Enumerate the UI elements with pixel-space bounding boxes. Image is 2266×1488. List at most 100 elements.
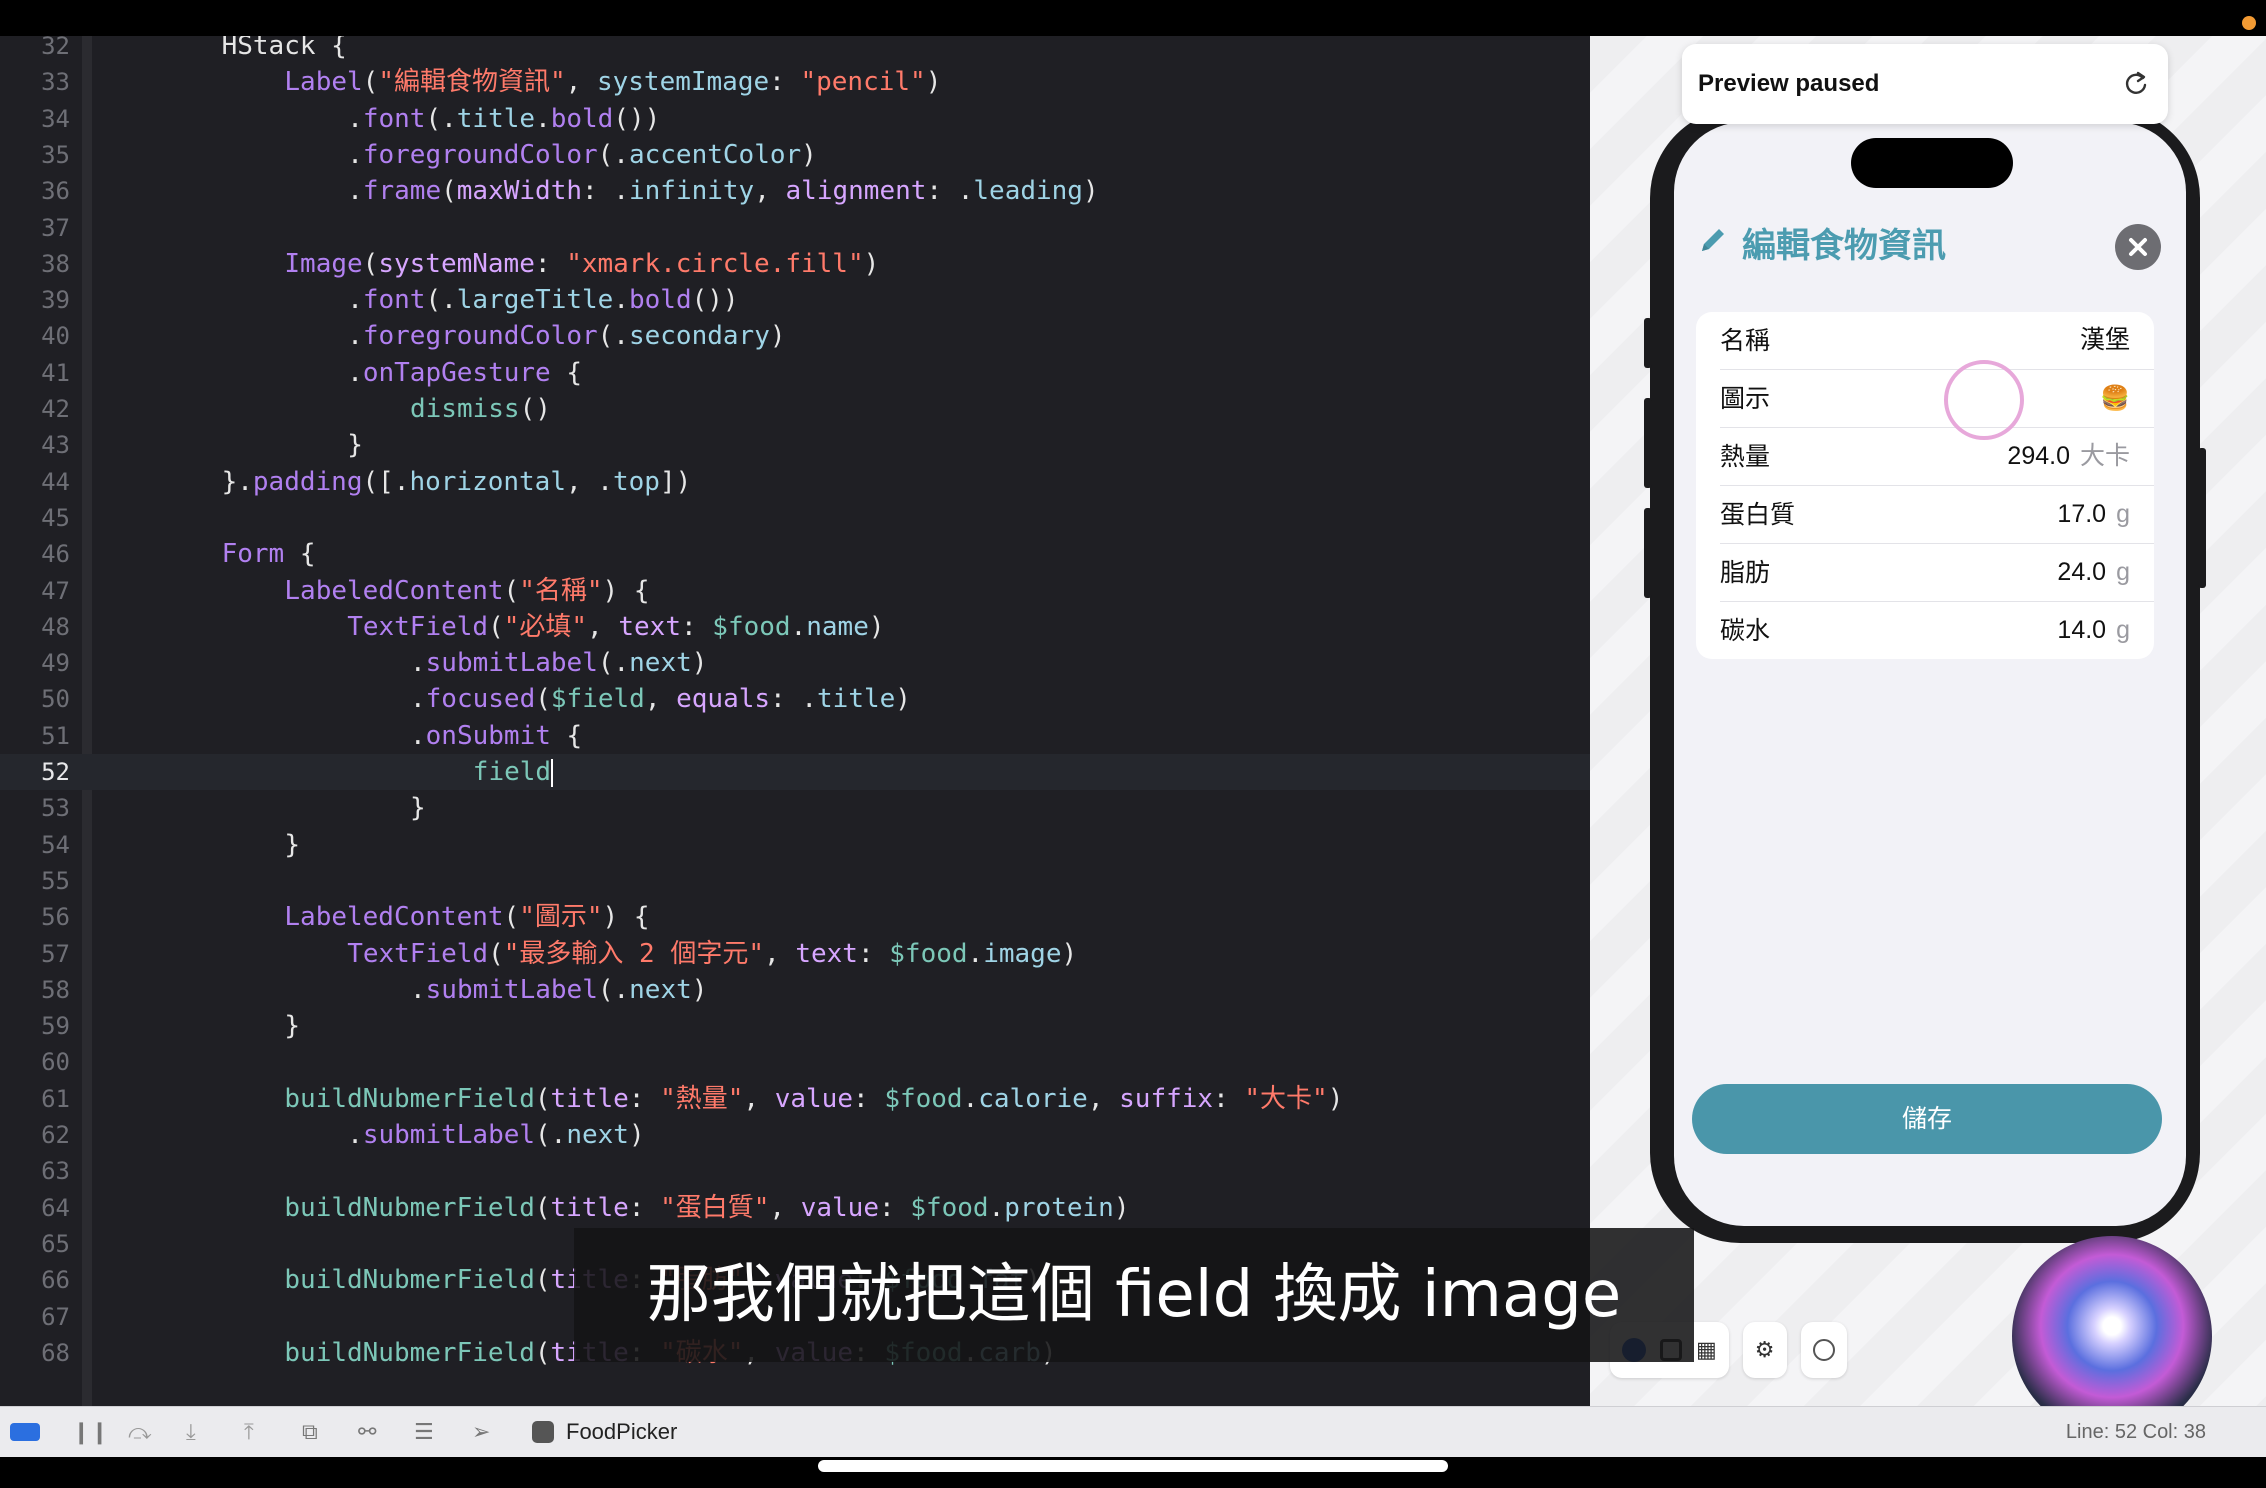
side-button — [2198, 448, 2206, 588]
line-number: 57 — [41, 939, 70, 968]
form-row-label: 脂肪 — [1720, 558, 1771, 587]
code-editor[interactable]: 32 HStack {33 Label("編輯食物資訊", systemImage:… — [0, 36, 1590, 1406]
close-button[interactable] — [2115, 224, 2161, 270]
code-line[interactable]: 52 field — [0, 754, 1590, 790]
action-button — [1644, 318, 1652, 368]
form-row[interactable]: 蛋白質 17.0 g — [1720, 486, 2154, 544]
device-picker-icon[interactable] — [1812, 1339, 1835, 1361]
save-button[interactable]: 儲存 — [1692, 1084, 2162, 1154]
code-line[interactable]: 33 Label("編輯食物資訊", systemImage: "pencil") — [0, 64, 1590, 100]
code-line[interactable]: 38 Image(systemName: "xmark.circle.fill") — [0, 246, 1590, 282]
code-line[interactable]: 57 TextField("最多輸入 2 個字元", text: $food.im… — [0, 936, 1590, 972]
form-row[interactable]: 脂肪 24.0 g — [1720, 544, 2154, 602]
code-line[interactable]: 46 Form { — [0, 536, 1590, 572]
line-number: 44 — [41, 467, 70, 496]
code-line[interactable]: 39 .font(.largeTitle.bold()) — [0, 282, 1590, 318]
line-number: 34 — [41, 104, 70, 133]
preview-paused-banner: Preview paused — [1682, 44, 2168, 124]
code-line[interactable]: 51 .onSubmit { — [0, 718, 1590, 754]
scheme-selector[interactable]: FoodPicker — [532, 1407, 677, 1457]
code-line[interactable]: 35 .foregroundColor(.accentColor) — [0, 137, 1590, 173]
code-line[interactable]: 64 buildNubmerField(title: "蛋白質", value: … — [0, 1190, 1590, 1226]
form-row-value[interactable]: 294.0 大卡 — [2007, 428, 2130, 485]
variants-grid-icon[interactable]: ▦ — [1696, 1338, 1717, 1363]
code-text: .submitLabel(.next) — [347, 1120, 645, 1150]
canvas-preview: 編輯食物資訊 名稱 漢堡 圖示 🍔 熱量 294.0 大卡蛋白質 17.0 g 脂肪 24.0 g 碳水… — [1590, 36, 2266, 1406]
form-row-label: 熱量 — [1720, 442, 1771, 471]
line-number: 40 — [41, 322, 70, 351]
form-row[interactable]: 名稱 漢堡 — [1720, 312, 2154, 370]
code-text: Label("編輯食物資訊", systemImage: "pencil") — [284, 67, 942, 98]
pause-button[interactable]: ❙❙ — [72, 1407, 109, 1457]
code-text: } — [284, 829, 301, 860]
code-line[interactable]: 50 .focused($field, equals: .title) — [0, 681, 1590, 717]
form-row[interactable]: 圖示 🍔 — [1720, 370, 2154, 428]
code-line[interactable]: 45 — [0, 500, 1590, 536]
code-line[interactable]: 36 .frame(maxWidth: .infinity, alignment:… — [0, 173, 1590, 209]
code-line[interactable]: 37 — [0, 210, 1590, 246]
code-line[interactable]: 44}.padding([.horizontal, .top]) — [0, 464, 1590, 500]
form-row-value[interactable]: 14.0 g — [2057, 602, 2130, 659]
view-hierarchy-button[interactable]: ⧉ — [302, 1407, 318, 1457]
code-text: Form { — [221, 539, 316, 570]
refresh-icon[interactable] — [2122, 70, 2150, 98]
code-line[interactable]: 48 TextField("必填", text: $food.name) — [0, 609, 1590, 645]
line-number: 52 — [41, 758, 70, 786]
form-row-value[interactable]: 17.0 g — [2057, 486, 2130, 543]
line-number: 47 — [41, 576, 70, 605]
unit-suffix: g — [2116, 558, 2130, 586]
line-number: 45 — [41, 503, 70, 532]
value-text: 294.0 — [2007, 442, 2070, 470]
form-row[interactable]: 熱量 294.0 大卡 — [1720, 428, 2154, 486]
code-line[interactable]: 47 LabeledContent("名稱") { — [0, 573, 1590, 609]
code-text: .frame(maxWidth: .infinity, alignment: .… — [347, 176, 1099, 207]
code-text: .foregroundColor(.accentColor) — [347, 139, 817, 170]
line-number: 54 — [41, 830, 70, 859]
device-settings-group: ⚙ — [1742, 1322, 1787, 1378]
code-line[interactable]: 40 .foregroundColor(.secondary) — [0, 318, 1590, 354]
code-line[interactable]: 58 .submitLabel(.next) — [0, 972, 1590, 1008]
code-line[interactable]: 43} — [0, 427, 1590, 463]
app-screen: 編輯食物資訊 名稱 漢堡 圖示 🍔 熱量 294.0 大卡蛋白質 17.0 g 脂肪 24.0 g 碳水… — [1674, 122, 2186, 1226]
line-number: 51 — [41, 721, 70, 750]
volume-down-button — [1644, 508, 1652, 598]
memory-graph-button[interactable]: ⚯ — [358, 1407, 376, 1457]
breakpoints-toggle[interactable] — [10, 1407, 40, 1457]
recording-indicator-icon — [2242, 16, 2256, 30]
form-row[interactable]: 碳水 14.0 g — [1720, 602, 2154, 659]
form-row-value[interactable]: 漢堡 — [2080, 312, 2130, 369]
code-line[interactable]: 56 LabeledContent("圖示") { — [0, 899, 1590, 935]
code-line[interactable]: 49 .submitLabel(.next) — [0, 645, 1590, 681]
code-text: HStack { — [221, 36, 347, 61]
code-line[interactable]: 55 — [0, 863, 1590, 899]
code-text: Image(systemName: "xmark.circle.fill") — [284, 248, 880, 279]
step-into-icon: ⤓ — [186, 1419, 196, 1445]
device-settings-icon[interactable]: ⚙ — [1755, 1338, 1775, 1363]
code-line[interactable]: 42 dismiss() — [0, 391, 1590, 427]
environment-overrides-button[interactable]: ☰ — [414, 1407, 434, 1457]
code-line[interactable]: 63 — [0, 1153, 1590, 1189]
line-number: 38 — [41, 249, 70, 278]
code-line[interactable]: 61 buildNubmerField(title: "熱量", value: $… — [0, 1081, 1590, 1117]
code-line[interactable]: 59} — [0, 1008, 1590, 1044]
step-into-button[interactable]: ⤓ — [186, 1407, 196, 1457]
page-title: 編輯食物資訊 — [1742, 225, 1946, 266]
form-row-value[interactable]: 24.0 g — [2057, 544, 2130, 601]
simulate-location-button[interactable]: ➢ — [472, 1407, 490, 1457]
code-line[interactable]: 41 .onTapGesture { — [0, 355, 1590, 391]
step-out-button[interactable]: ⤒ — [244, 1407, 254, 1457]
unit-suffix: 大卡 — [2079, 442, 2130, 470]
value-text: 14.0 — [2057, 616, 2107, 644]
code-line[interactable]: 34 .font(.title.bold()) — [0, 101, 1590, 137]
code-text: LabeledContent("名稱") { — [284, 575, 650, 606]
code-line[interactable]: 53} — [0, 790, 1590, 826]
code-line[interactable]: 54} — [0, 827, 1590, 863]
form-row-value[interactable]: 🍔 — [2100, 370, 2130, 427]
step-over-icon: ⤼ — [128, 1419, 152, 1445]
line-number: 39 — [41, 286, 70, 315]
top-bar — [0, 0, 2266, 36]
code-line[interactable]: 62 .submitLabel(.next) — [0, 1117, 1590, 1153]
code-line[interactable]: 32 HStack { — [0, 36, 1590, 64]
step-over-button[interactable]: ⤼ — [128, 1407, 152, 1457]
code-line[interactable]: 60 — [0, 1044, 1590, 1080]
